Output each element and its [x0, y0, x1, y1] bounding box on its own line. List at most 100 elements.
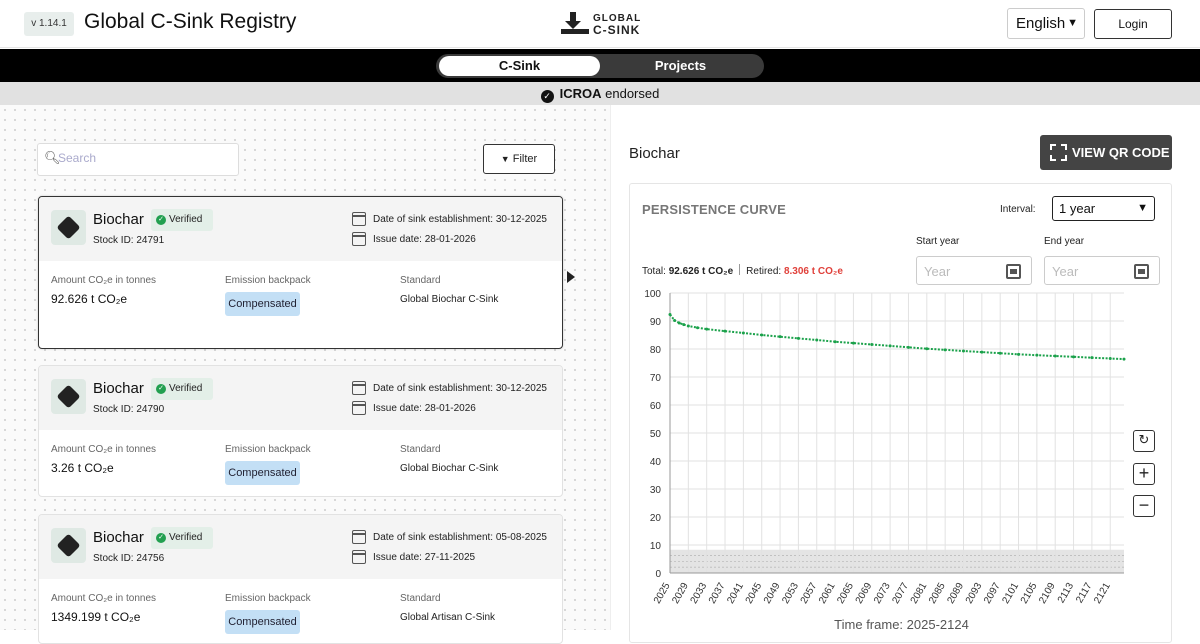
version-badge: v 1.14.1: [24, 12, 74, 36]
x-tick-label: 2029: [670, 581, 691, 606]
x-tick-label: 2057: [799, 581, 820, 606]
curve-data-point: [815, 338, 819, 342]
language-value: English: [1016, 15, 1066, 32]
amount-label: Amount CO₂e in tonnes: [51, 275, 157, 286]
standard-value: Global Artisan C-Sink: [400, 612, 496, 623]
x-tick-label: 2113: [1056, 581, 1076, 606]
search-input[interactable]: [58, 151, 228, 165]
card-header: [39, 515, 562, 579]
end-year-label: End year: [1044, 236, 1085, 247]
establishment-date: Date of sink establishment: 30-12-2025: [373, 214, 547, 225]
x-tick-label: 2069: [854, 581, 875, 606]
x-tick-label: 2085: [927, 581, 948, 606]
chevron-down-icon: ▼: [1067, 17, 1078, 29]
endorsement-bar: ✓ ICROA endorsed: [0, 82, 1200, 105]
start-year-input[interactable]: Year: [916, 256, 1032, 285]
curve-data-point: [870, 343, 874, 347]
interval-select[interactable]: 1 year ▼: [1052, 196, 1155, 221]
curve-data-point: [778, 335, 782, 339]
x-tick-label: 2117: [1074, 581, 1094, 606]
end-year-input[interactable]: Year: [1044, 256, 1160, 285]
chevron-down-icon: ▼: [1137, 202, 1148, 214]
x-tick-label: 2081: [909, 581, 930, 606]
calendar-icon[interactable]: [1134, 264, 1149, 279]
retired-label: Retired:: [746, 266, 782, 277]
standard-label: Standard: [400, 593, 441, 604]
curve-data-point: [888, 344, 892, 348]
zoom-out-icon[interactable]: −: [1133, 495, 1155, 517]
issue-date: Issue date: 28-01-2026: [373, 234, 476, 245]
calendar-icon: [352, 530, 366, 544]
amount-label: Amount CO₂e in tonnes: [51, 593, 157, 604]
reset-zoom-icon[interactable]: ↻: [1133, 430, 1155, 452]
start-year-label: Start year: [916, 236, 960, 247]
sink-card[interactable]: Biochar ✓ Verified Stock ID: 24790 Date o…: [38, 365, 563, 497]
curve-data-point: [741, 331, 745, 335]
interval-label: Interval:: [1000, 204, 1036, 215]
x-tick-label: 2077: [890, 581, 911, 606]
calendar-icon: [352, 212, 366, 226]
x-tick-label: 2033: [689, 581, 710, 606]
x-tick-label: 2109: [1037, 581, 1058, 606]
backpack-badge: Compensated: [225, 292, 300, 316]
curve-data-point: [1122, 357, 1126, 361]
y-tick-label: 100: [644, 289, 661, 300]
curve-data-point: [796, 336, 800, 340]
search-box[interactable]: 🔍︎: [37, 143, 239, 176]
card-header: [39, 197, 562, 261]
x-tick-label: 2101: [1000, 581, 1021, 606]
curve-data-point: [961, 349, 965, 353]
card-title: Biochar: [93, 380, 144, 397]
backpack-badge: Compensated: [225, 461, 300, 485]
y-tick-label: 60: [650, 401, 662, 412]
y-tick-label: 40: [650, 457, 662, 468]
backpack-label: Emission backpack: [225, 593, 311, 604]
curve-data-point: [906, 345, 910, 349]
calendar-icon: [352, 550, 366, 564]
zoom-in-icon[interactable]: +: [1133, 463, 1155, 485]
curve-data-point: [723, 329, 727, 333]
curve-data-point: [943, 348, 947, 352]
verified-badge: ✓ Verified: [151, 527, 213, 549]
sink-card[interactable]: Biochar ✓ Verified Stock ID: 24756 Date o…: [38, 514, 563, 644]
check-circle-icon: ✓: [540, 90, 554, 103]
tab-csink[interactable]: C-Sink: [439, 56, 600, 76]
language-select[interactable]: English ▼: [1007, 8, 1085, 39]
curve-data-point: [673, 318, 677, 322]
y-tick-label: 0: [655, 569, 661, 580]
curve-data-point: [677, 321, 681, 325]
retired-value: 8.306 t CO₂e: [783, 266, 843, 277]
login-button[interactable]: Login: [1094, 9, 1172, 39]
curve-data-point: [833, 340, 837, 344]
x-tick-label: 2065: [835, 581, 856, 606]
calendar-icon[interactable]: [1006, 264, 1021, 279]
filter-label: Filter: [512, 153, 538, 165]
verified-badge: ✓ Verified: [151, 378, 213, 400]
persistence-curve-chart[interactable]: 0102030405060708090100202520292033203720…: [630, 284, 1173, 614]
curve-data-point: [682, 323, 686, 327]
curve-data-point: [1072, 355, 1076, 359]
logo-line2: C-SINK: [593, 23, 641, 37]
check-icon: ✓: [156, 215, 166, 225]
funnel-icon: ▼: [500, 154, 510, 164]
start-year-placeholder: Year: [924, 264, 951, 279]
backpack-label: Emission backpack: [225, 275, 311, 286]
curve-data-point: [1017, 352, 1021, 356]
y-tick-label: 10: [650, 541, 662, 552]
calendar-icon: [352, 232, 366, 246]
biochar-icon: [51, 528, 86, 563]
y-tick-label: 50: [650, 429, 662, 440]
amount-value: 3.26 t CO₂e: [51, 461, 114, 475]
x-tick-label: 2089: [945, 581, 966, 606]
curve-data-point: [1035, 353, 1039, 357]
sink-card[interactable]: Biochar ✓ Verified Stock ID: 24791 Date o…: [38, 196, 563, 349]
amount-value: 1349.199 t CO₂e: [51, 610, 141, 624]
global-csink-logo[interactable]: GLOBAL C-SINK: [558, 12, 648, 38]
curve-data-point: [1090, 356, 1094, 360]
view-qr-code-button[interactable]: VIEW QR CODE: [1040, 135, 1172, 170]
tab-projects[interactable]: Projects: [600, 56, 761, 76]
filter-button[interactable]: ▼ Filter: [483, 144, 555, 174]
endorsement-org: ICROA: [559, 86, 602, 101]
sink-list-pane: 🔍︎ ▼ Filter Biochar ✓Verified Stock ID: …: [0, 105, 610, 644]
stock-id: Stock ID: 24791: [93, 235, 165, 246]
